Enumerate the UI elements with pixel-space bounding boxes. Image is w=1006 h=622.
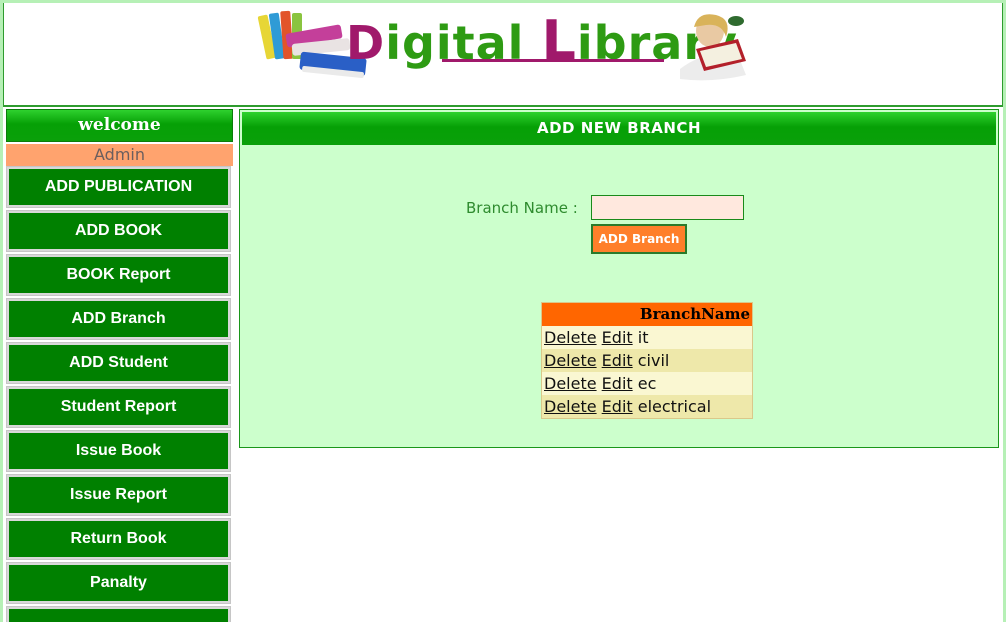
delete-link[interactable]: Delete xyxy=(544,374,597,393)
logo-underline xyxy=(442,59,664,62)
delete-link[interactable]: Delete xyxy=(544,397,597,416)
reading-girl-icon xyxy=(680,14,746,81)
menu-add-student[interactable]: ADD Student xyxy=(6,342,231,384)
branch-name-cell: ec xyxy=(637,374,657,393)
menu-add-book[interactable]: ADD BOOK xyxy=(6,210,231,252)
delete-link[interactable]: Delete xyxy=(544,351,597,370)
edit-link[interactable]: Edit xyxy=(602,328,633,347)
branch-name-label: Branch Name : xyxy=(466,199,578,217)
menu-issue-book[interactable]: Issue Book xyxy=(6,430,231,472)
menu-return-book[interactable]: Return Book xyxy=(6,518,231,560)
menu-add-publication[interactable]: ADD PUBLICATION xyxy=(6,166,231,208)
logo-word-digital-initial: D xyxy=(346,16,386,70)
sidebar-menu: ADD PUBLICATION ADD BOOK BOOK Report ADD… xyxy=(6,166,233,622)
menu-issue-report[interactable]: Issue Report xyxy=(6,474,231,516)
branch-name-input[interactable] xyxy=(591,195,744,220)
edit-link[interactable]: Edit xyxy=(602,397,633,416)
branch-name-cell: civil xyxy=(637,351,670,370)
menu-student-report[interactable]: Student Report xyxy=(6,386,231,428)
menu-add-branch[interactable]: ADD Branch xyxy=(6,298,231,340)
table-row: Delete Edit electrical xyxy=(542,395,752,418)
add-branch-button[interactable]: ADD Branch xyxy=(591,224,687,254)
edit-link[interactable]: Edit xyxy=(602,374,633,393)
table-row: Delete Edit it xyxy=(542,326,752,349)
current-user-label: Admin xyxy=(6,144,233,166)
sidebar: welcome Admin ADD PUBLICATION ADD BOOK B… xyxy=(6,109,233,622)
table-row: Delete Edit ec xyxy=(542,372,752,395)
menu-panalty[interactable]: Panalty xyxy=(6,562,231,604)
edit-link[interactable]: Edit xyxy=(602,351,633,370)
table-header-branchname: BranchName xyxy=(542,303,752,326)
menu-book-report[interactable]: BOOK Report xyxy=(6,254,231,296)
site-header: Digital Library xyxy=(3,3,1003,107)
branch-name-cell: electrical xyxy=(637,397,712,416)
branch-name-cell: it xyxy=(637,328,649,347)
digital-library-logo: Digital Library xyxy=(256,7,756,87)
welcome-header: welcome xyxy=(6,109,233,142)
logo-word-library-initial: L xyxy=(541,9,577,72)
table-row: Delete Edit civil xyxy=(542,349,752,372)
menu-item-partial[interactable] xyxy=(6,606,231,622)
page-title: ADD NEW BRANCH xyxy=(242,112,996,145)
branch-table: BranchName Delete Edit it Delete Edit ci… xyxy=(541,302,753,419)
delete-link[interactable]: Delete xyxy=(544,328,597,347)
add-branch-panel: ADD NEW BRANCH Branch Name : ADD Branch … xyxy=(239,109,999,448)
